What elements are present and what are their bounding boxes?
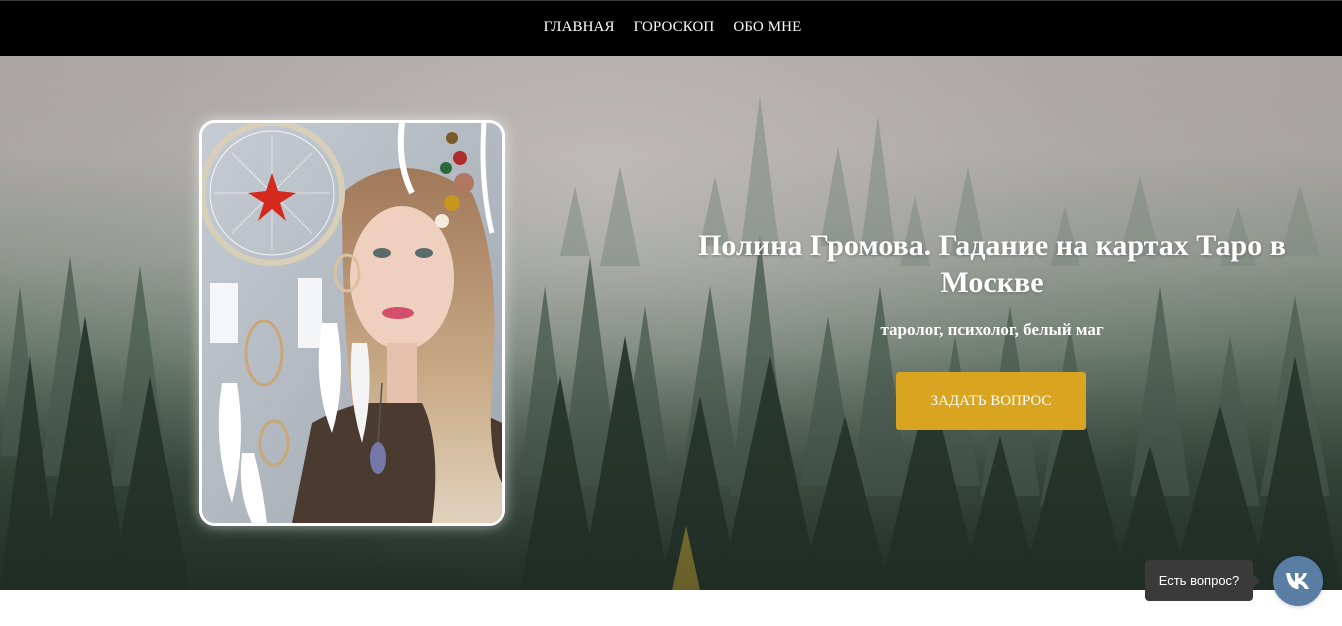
- nav-link-home[interactable]: ГЛАВНАЯ: [544, 19, 615, 36]
- hero-subtitle: таролог, психолог, белый маг: [880, 320, 1104, 339]
- nav-link-about[interactable]: ОБО МНЕ: [733, 19, 801, 36]
- top-navigation: ГЛАВНАЯ ГОРОСКОП ОБО МНЕ: [0, 0, 1342, 56]
- vk-icon: [1286, 573, 1309, 589]
- nav-link-horoscope[interactable]: ГОРОСКОП: [634, 19, 715, 36]
- portrait-image: [202, 123, 502, 523]
- ask-question-button[interactable]: ЗАДАТЬ ВОПРОС: [896, 372, 1086, 430]
- hero-title: Полина Громова. Гадание на картах Таро в…: [698, 229, 1286, 299]
- hero-section: Полина Громова. Гадание на картах Таро в…: [0, 56, 1342, 590]
- chat-tooltip[interactable]: Есть вопрос?: [1145, 560, 1260, 601]
- vk-chat-button[interactable]: [1273, 556, 1323, 606]
- portrait-photo: [199, 120, 505, 526]
